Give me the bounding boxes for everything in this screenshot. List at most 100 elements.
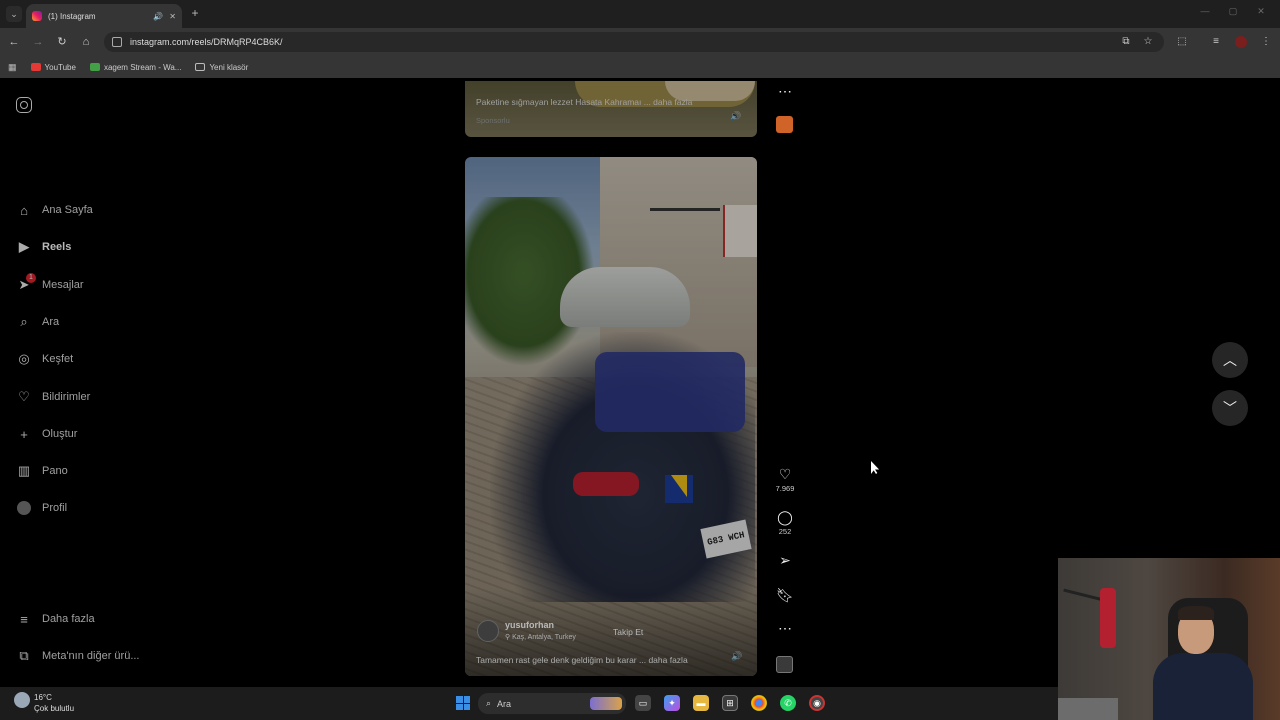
sponsor-audio-thumbnail[interactable]: [776, 116, 793, 133]
home-browser-icon[interactable]: ⌂: [78, 34, 94, 50]
send-icon: ➢: [779, 552, 791, 568]
copilot-icon[interactable]: ✦: [664, 695, 680, 711]
roof-box-image: [560, 267, 690, 327]
close-window-icon[interactable]: ✕: [1254, 6, 1268, 20]
search-highlight-image: [590, 697, 622, 710]
store-icon[interactable]: ⊞: [722, 695, 738, 711]
browser-tab[interactable]: (1) Instagram 🔊 ✕: [26, 4, 182, 28]
profile-avatar[interactable]: [1235, 36, 1247, 48]
desk-image: [1058, 698, 1118, 720]
more-options-top[interactable]: ⋯: [775, 83, 795, 99]
bookmark-label: xagem Stream - Wa...: [103, 62, 182, 72]
reels-icon: ▶: [19, 239, 29, 254]
person-hair-image: [1178, 606, 1214, 620]
bookmark-star-icon[interactable]: ☆: [1140, 34, 1156, 50]
heart-icon: ♡: [778, 466, 792, 482]
start-button[interactable]: [456, 696, 470, 710]
webcam-overlay: [1058, 558, 1280, 720]
start-tile: [456, 696, 463, 703]
avatar: [16, 500, 32, 516]
volume-icon[interactable]: 🔊: [730, 649, 744, 663]
sidebar-item-dashboard[interactable]: ▥ Pano: [16, 461, 68, 481]
speaker-icon[interactable]: 🔊: [153, 12, 163, 21]
previous-reel-button[interactable]: ︿: [1212, 342, 1248, 378]
rear-window-image: [595, 352, 745, 432]
chevron-down-icon: ﹀: [1223, 400, 1237, 416]
bookmark-folder[interactable]: Yeni klasör: [195, 63, 248, 72]
person-body-image: [1153, 653, 1253, 720]
search-icon: ⌕: [20, 314, 28, 329]
apps-icon[interactable]: ▦: [8, 62, 17, 73]
share-button[interactable]: ➢: [775, 552, 795, 568]
more-options-button[interactable]: ⋯: [775, 620, 795, 636]
sidebar-item-meta[interactable]: ⧉ Meta'nın diğer ürü...: [16, 646, 140, 666]
extensions-icon[interactable]: ⬚: [1174, 34, 1190, 50]
install-app-icon[interactable]: ⧉: [1118, 34, 1134, 50]
volume-icon[interactable]: 🔊: [729, 109, 743, 123]
address-bar[interactable]: instagram.com/reels/DRMqRP4CB6K/: [104, 32, 1164, 52]
comment-button[interactable]: ◯ 252: [775, 509, 795, 536]
comment-count: 252: [778, 527, 792, 536]
reel-username[interactable]: yusuforhan: [505, 620, 554, 630]
cloud-icon[interactable]: [14, 692, 30, 708]
menu-icon[interactable]: ⋮: [1258, 34, 1274, 50]
forward-icon[interactable]: →: [30, 34, 46, 50]
follow-button[interactable]: Takip Et: [613, 627, 643, 637]
sidebar-item-label: Oluştur: [42, 428, 78, 440]
instagram-logo-icon[interactable]: [16, 97, 32, 113]
sidebar-item-label: Bildirimler: [42, 391, 91, 403]
taskbar-search[interactable]: ⌕ Ara: [478, 693, 626, 714]
sidebar-item-create[interactable]: + Oluştur: [16, 424, 77, 444]
bookmark-xagem[interactable]: xagem Stream - Wa...: [89, 62, 182, 72]
back-icon[interactable]: ←: [6, 34, 22, 50]
weather-temperature[interactable]: 16°C: [34, 693, 52, 702]
reel-caption[interactable]: Tamamen rast gele denk geldiğim bu karar…: [476, 655, 688, 665]
sidebar-item-reels[interactable]: ▶ Reels: [16, 237, 71, 257]
sidebar-item-label: Ana Sayfa: [42, 204, 93, 216]
sidebar-item-explore[interactable]: ◎ Keşfet: [16, 349, 73, 369]
reload-icon[interactable]: ↻: [54, 34, 70, 50]
like-button[interactable]: ♡ 7.969: [775, 466, 795, 493]
minimize-icon[interactable]: —: [1198, 6, 1212, 20]
weather-description[interactable]: Çok bulutlu: [34, 704, 74, 713]
sidebar-item-notifications[interactable]: ♡ Bildirimler: [16, 387, 90, 407]
flag-sticker-image: [665, 475, 693, 503]
reel-caption[interactable]: Paketine sığmayan lezzet Hasata Kahramaı…: [476, 97, 692, 107]
tab-search-button[interactable]: ⌄: [6, 6, 22, 22]
next-reel-button[interactable]: ﹀: [1212, 390, 1248, 426]
folder-icon: [195, 63, 206, 71]
meta-apps-icon: ⧉: [19, 648, 29, 663]
sidebar-item-search[interactable]: ⌕ Ara: [16, 312, 59, 332]
messages-icon: ➤ 1: [16, 273, 36, 293]
instagram-favicon: [32, 11, 42, 21]
audio-thumbnail[interactable]: [776, 656, 793, 673]
file-explorer-icon[interactable]: ▬: [693, 695, 709, 711]
task-view-icon[interactable]: ▭: [635, 695, 651, 711]
reel-video[interactable]: G83 WCH yusuforhan ⚲ Kaş, Antalya, Turke…: [465, 157, 757, 676]
avatar[interactable]: [477, 620, 499, 642]
close-tab-icon[interactable]: ✕: [169, 12, 176, 21]
previous-reel[interactable]: Paketine sığmayan lezzet Hasata Kahramaı…: [465, 81, 757, 137]
whatsapp-icon[interactable]: ✆: [780, 695, 796, 711]
sidebar-item-home[interactable]: ⌂ Ana Sayfa: [16, 200, 93, 220]
media-control-icon[interactable]: ≡: [1208, 34, 1224, 50]
home-icon: ⌂: [20, 202, 28, 218]
sidebar-item-messages[interactable]: ➤ 1 Mesajlar: [16, 273, 84, 295]
location-text: Kaş, Antalya, Turkey: [512, 634, 576, 641]
site-info-icon[interactable]: [112, 37, 122, 47]
obs-icon[interactable]: ◉: [809, 695, 825, 711]
new-tab-button[interactable]: +: [188, 5, 202, 21]
sidebar-item-more[interactable]: ≡ Daha fazla: [16, 609, 94, 629]
start-tile: [463, 696, 470, 703]
sidebar-item-label: Meta'nın diğer ürü...: [42, 650, 140, 662]
sidebar-item-label: Keşfet: [42, 353, 74, 365]
bookmark-youtube[interactable]: YouTube: [30, 63, 76, 72]
like-count: 7.969: [775, 484, 795, 493]
maximize-icon[interactable]: ▢: [1226, 6, 1240, 20]
reel-location[interactable]: ⚲ Kaş, Antalya, Turkey: [505, 633, 576, 641]
sidebar-item-profile[interactable]: Profil: [16, 498, 67, 518]
save-button[interactable]: 🔖︎: [775, 587, 795, 603]
chrome-icon[interactable]: [751, 695, 767, 711]
balcony-image: [650, 187, 720, 211]
chevron-up-icon: ︿: [1223, 352, 1237, 368]
